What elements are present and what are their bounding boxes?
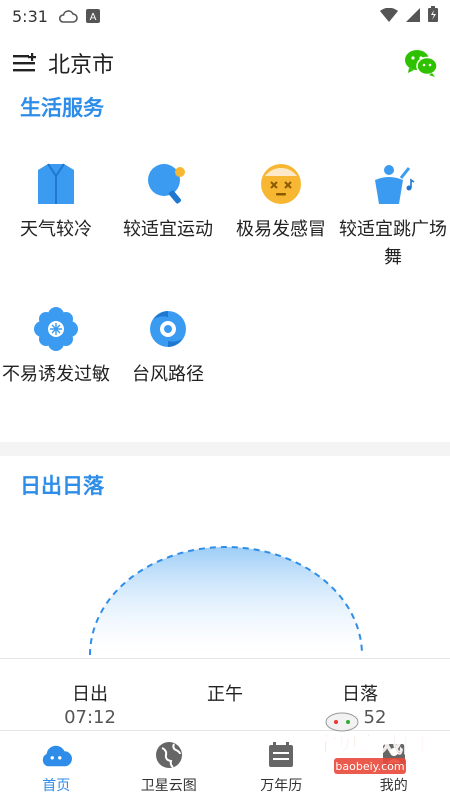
sun-section-title: 日出日落 <box>20 474 104 498</box>
sunrise-label: 日出 <box>72 684 108 705</box>
wifi-icon <box>380 7 398 26</box>
service-allergy[interactable]: 不易诱发过敏 <box>0 295 112 389</box>
service-sport[interactable]: 较适宜运动 <box>112 150 224 244</box>
service-dance[interactable]: 较适宜跳广场舞 <box>337 150 449 272</box>
wechat-share-icon[interactable] <box>404 46 438 80</box>
dance-icon <box>371 162 415 206</box>
battery-icon <box>428 6 438 26</box>
clothes-icon <box>34 162 78 206</box>
cloud-notification-icon <box>58 9 78 23</box>
nav-label: 万年历 <box>260 778 303 794</box>
signal-icon <box>406 7 420 26</box>
ping-pong-icon <box>146 162 190 206</box>
city-name[interactable]: 北京市 <box>48 47 114 79</box>
sunrise-time: 07:12 <box>64 707 116 728</box>
nav-satellite[interactable]: 卫星云图 <box>113 731 226 800</box>
app-header: 北京市 <box>0 38 450 88</box>
service-cold[interactable]: 极易发感冒 <box>225 150 337 244</box>
svg-text:A: A <box>90 12 97 23</box>
nav-label: 卫星云图 <box>140 778 197 794</box>
service-label: 天气较冷 <box>20 219 92 240</box>
service-label: 极易发感冒 <box>236 219 326 240</box>
allergy-flower-icon <box>34 307 78 351</box>
noon-label: 正午 <box>207 684 243 705</box>
status-time: 5:31 <box>12 6 48 26</box>
svg-text:宝贝游戏网: 宝贝游戏网 <box>315 732 425 758</box>
service-label: 较适宜跳广场舞 <box>339 219 447 268</box>
horizon-line <box>0 658 450 659</box>
status-bar: 5:31 A <box>0 0 450 32</box>
section-divider <box>0 442 450 456</box>
sun-arc-chart <box>0 545 450 665</box>
svg-text:baobeiy.com: baobeiy.com <box>335 760 404 773</box>
menu-add-icon[interactable] <box>12 49 40 77</box>
sick-face-icon <box>259 162 303 206</box>
watermark-logo: 宝贝游戏网 baobeiy.com <box>300 700 440 780</box>
service-label: 台风路径 <box>132 364 204 385</box>
service-clothing[interactable]: 天气较冷 <box>0 150 112 244</box>
globe-icon <box>153 739 185 771</box>
a-notification-icon: A <box>85 9 100 23</box>
service-label: 不易诱发过敏 <box>2 364 110 385</box>
life-services-title: 生活服务 <box>20 96 104 120</box>
service-typhoon[interactable]: 台风路径 <box>112 295 224 389</box>
service-label: 较适宜运动 <box>123 219 213 240</box>
calendar-icon <box>265 739 297 771</box>
home-cloud-icon <box>40 739 73 771</box>
typhoon-icon <box>146 307 190 351</box>
nav-label: 首页 <box>42 778 71 794</box>
nav-home[interactable]: 首页 <box>0 731 113 800</box>
